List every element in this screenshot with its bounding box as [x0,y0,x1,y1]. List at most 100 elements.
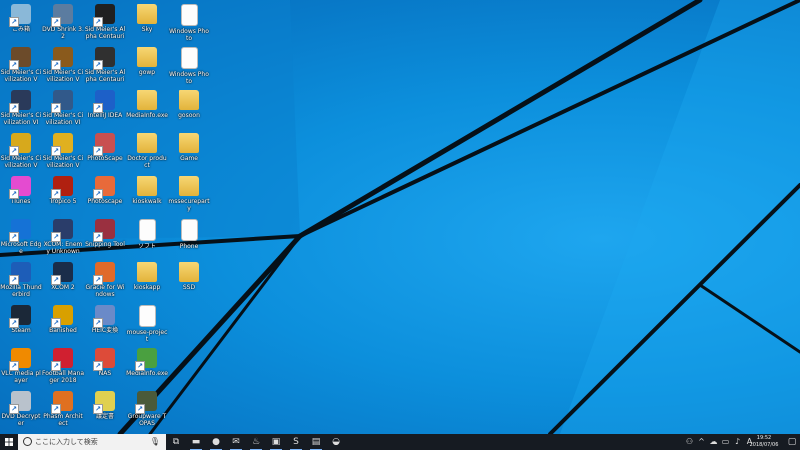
folder-icon [137,4,157,24]
desktop-icon[interactable]: Phone [168,218,210,260]
desktop-icon[interactable]: Steam [0,304,42,346]
desktop-icon[interactable]: Groupware TOPAS [126,390,168,432]
desktop-icon[interactable]: Windows Photo [168,46,210,88]
desktop-icon[interactable]: MediaInfo.exe [126,89,168,131]
desktop-icon[interactable]: gosoon [168,89,210,131]
desktop-icon-label: Microsoft Edge [0,241,42,255]
desktop-icon[interactable]: Sid Meier's Civilization VI [42,89,84,131]
desktop-icon-label: IntelliJ IDEA [87,112,123,119]
desktop-icon-label: Game [180,155,198,162]
desktop-icon-label: DVD Shrink 3.2 [42,26,84,40]
desktop-icon[interactable]: kioskapp [126,261,168,303]
desktop-icon-label: Sid Meier's Civilization V [42,155,84,169]
desktop-icon[interactable]: Sid Meier's Civilization V [42,132,84,174]
folder-icon [179,90,199,110]
desktop-icon-label: XCOM: Enemy Unknown [43,241,83,255]
microphone-icon[interactable]: 🎙 [150,437,160,446]
desktop-icon-label: Phone [179,243,199,250]
desktop-icon-label: Sid Meier's Civilization V [0,155,42,169]
taskbar: ここに入力して検索 🎙 19:52 2018/07/06 ▢ ⧉ ▬ ● ✉ ♨ ▣ S ▤ ◒… [0,434,800,450]
desktop-icon[interactable]: Sid Meier's Civilization V [0,132,42,174]
desktop-icon[interactable]: mouse-project [126,304,168,346]
start-button[interactable] [0,434,18,450]
desktop-icon-label: Football Manager 2018 [42,370,84,384]
phone-icon [180,219,198,241]
desktop-icon[interactable]: Windows Photo [168,3,210,45]
desktop-icon[interactable]: Snipping Tool [84,218,126,260]
desktop-icon[interactable]: gowp [126,46,168,88]
desktop-icon-label: Windows Photo [169,71,209,85]
desktop-icon[interactable]: Microsoft Edge [0,218,42,260]
desktop-icon[interactable]: iTunes [0,175,42,217]
desktop-icon[interactable]: 議定書 [84,390,126,432]
desktop-icon[interactable]: ごみ箱 [0,3,42,45]
itunes-icon [9,176,31,199]
desktop-icon[interactable]: Sid Meier's Civilization VI [0,89,42,131]
desktop-icon[interactable]: Banished [42,304,84,346]
steam-icon [9,305,31,328]
desktop-icon[interactable]: SSD [168,261,210,303]
steam-icon[interactable]: ♨ [248,434,264,450]
desktop-icon-label: Sid Meier's Alpha Centauri [84,26,126,40]
desktop-icon-label: Doctor product [127,155,167,169]
folder-icon [179,176,199,196]
desktop-icon[interactable]: kioskwalk [126,175,168,217]
folder-icon [137,133,157,153]
chevron-up-icon[interactable]: ^ [696,434,707,450]
people-icon[interactable]: ⚇ [684,434,695,450]
desktop-icon-label: VLC media player [1,370,41,384]
civ5-v-icon [9,133,31,156]
desktop-icon-label: MediaInfo.exe [126,112,168,119]
ime-icon[interactable]: A [744,434,755,450]
desktop-icon[interactable]: Game [168,132,210,174]
pc-icon[interactable]: ◒ [328,434,344,450]
civ5-yellow-icon [51,133,73,156]
desktop-icon[interactable]: Sid Meier's Alpha Centauri [84,3,126,45]
desktop-icon[interactable]: MediaInfo.exe [126,347,168,389]
photoscape-icon [93,133,115,156]
desktop-icon[interactable]: ソフト [126,218,168,260]
skype-icon[interactable]: S [288,434,304,450]
topas-icon [135,391,157,414]
desktop[interactable]: ごみ箱Sid Meier's Civilization VSid Meier's… [0,0,800,434]
desktop-icon[interactable]: PhotoScape [84,132,126,174]
desktop-icon[interactable]: Phasm Architect [42,390,84,432]
desktop-icon[interactable]: DVD Decrypter [0,390,42,432]
desktop-icon[interactable]: Sid Meier's Civilization V [42,46,84,88]
desktop-icon[interactable]: Mozilla Thunderbird [0,261,42,303]
mail-icon[interactable]: ✉ [228,434,244,450]
notepad-icon[interactable]: ▤ [308,434,324,450]
desktop-icon[interactable]: VLC media player [0,347,42,389]
file-explorer-icon[interactable]: ▬ [188,434,204,450]
search-icon [23,437,32,446]
desktop-icon[interactable]: HEIC変換 [84,304,126,346]
desktop-icon[interactable]: Tropico 5 [42,175,84,217]
desktop-icon[interactable]: Doctor product [126,132,168,174]
desktop-icon[interactable]: Gracie for Windows [84,261,126,303]
desktop-icon[interactable]: NAS [84,347,126,389]
chrome-icon[interactable]: ● [208,434,224,450]
task-view-icon[interactable]: ⧉ [168,434,184,450]
desktop-icon[interactable]: DVD Shrink 3.2 [42,3,84,45]
action-center-icon[interactable]: ▢ [784,434,800,450]
desktop-icon[interactable]: Photoscape [84,175,126,217]
store-icon[interactable]: ▣ [268,434,284,450]
volume-icon[interactable]: ♪ [732,434,743,450]
desktop-icon[interactable]: XCOM: Enemy Unknown [42,218,84,260]
search-box[interactable]: ここに入力して検索 🎙 [18,434,166,450]
desktop-icon-label: Sid Meier's Civilization VI [0,112,42,126]
onedrive-icon[interactable]: ☁ [708,434,719,450]
desktop-icon[interactable]: mssecureparty [168,175,210,217]
desktop-icon-label: Sid Meier's Civilization VI [42,112,84,126]
desktop-icon-label: MediaInfo.exe [126,370,168,377]
desktop-icon[interactable]: Sid Meier's Alpha Centauri [84,46,126,88]
desktop-icon-label: Gracie for Windows [85,284,125,298]
desktop-icon[interactable]: XCOM 2 [42,261,84,303]
desktop-icon[interactable]: Sky [126,3,168,45]
desktop-icon[interactable]: Sid Meier's Civilization V [0,46,42,88]
desktop-icon-label: 議定書 [95,413,114,420]
desktop-icon[interactable]: IntelliJ IDEA [84,89,126,131]
photo-icon [180,4,198,26]
network-icon[interactable]: ▭ [720,434,731,450]
desktop-icon[interactable]: Football Manager 2018 [42,347,84,389]
